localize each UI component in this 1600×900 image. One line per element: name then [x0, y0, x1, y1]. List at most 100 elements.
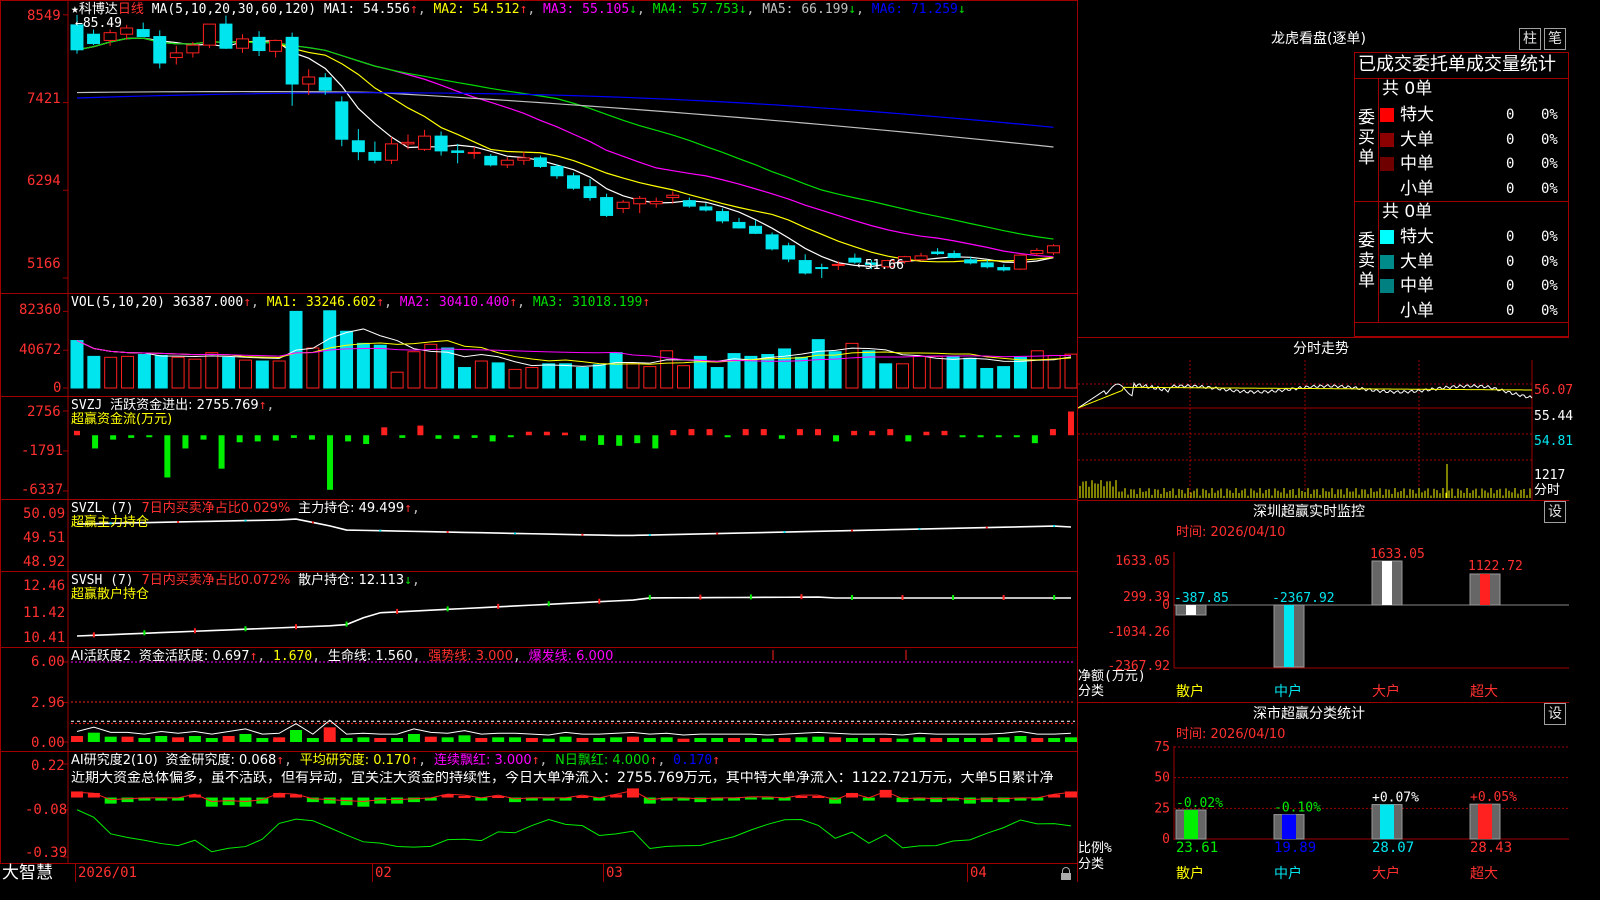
candle-body-25 [484, 155, 498, 166]
mon-cat-2: 大户 [1372, 683, 1400, 700]
svzj-panel[interactable]: SVZJ 活跃资金进出: 2755.769↑, 超赢资金流(万元) 2756 -… [0, 396, 1078, 500]
svg-ai1-bar-25 [492, 737, 505, 742]
svg-ai1-bar-37 [694, 738, 707, 742]
date-tick-2 [603, 864, 604, 882]
svg-svzj-bar-54 [1049, 429, 1056, 436]
candle-body-32 [600, 197, 614, 216]
svg-vol-bar-38 [710, 367, 724, 389]
mon-val-0: -387.85 [1174, 591, 1229, 606]
svg-vol-bar-6 [171, 356, 185, 389]
svg-vol-bar-59 [1064, 353, 1077, 389]
candle-body-7 [186, 44, 200, 54]
svzl-dot-46 [850, 529, 853, 532]
svg-svzj-bar-16 [363, 435, 370, 445]
mon-bar-hl-2 [1382, 561, 1392, 605]
ai-activity-panel[interactable]: AI活跃度2 资金活跃度: 0.697↑, 1.670, 生命线: 1.560,… [0, 647, 1078, 752]
bar-mode-button[interactable]: 柱 [1519, 28, 1541, 50]
svg-vol-bar-48 [879, 363, 893, 389]
ai2-consec: 连续飘红: 3.000 [433, 753, 532, 768]
svg-vol-bar-28 [542, 363, 556, 389]
svg-vol-bar-45 [828, 351, 842, 389]
svg-svzj-bar-19 [417, 425, 424, 436]
intraday-chart[interactable] [1078, 360, 1569, 500]
svsh-dot-43 [800, 594, 803, 600]
svsh-panel[interactable]: SVSH (7) 7日内买卖净占比0.072% 散户持仓: 12.113↓, 超… [0, 571, 1078, 648]
mon-ytick-3: -1034.26 [1107, 625, 1170, 640]
svg-ai1-bar-10 [239, 734, 252, 742]
svg-ai1-bar-44 [812, 736, 825, 742]
sell-swatch-3 [1380, 303, 1394, 318]
tick-mode-button[interactable]: 笔 [1544, 28, 1566, 50]
svg-vol-bar-44 [811, 339, 825, 389]
candle-body-52 [931, 251, 945, 255]
mon-ytick-0: 1633.05 [1115, 554, 1170, 569]
ai-research-chart[interactable] [1, 752, 1077, 863]
svg-svzj-bar-50 [977, 435, 984, 438]
buy-row-3: 小单 0 0% [1380, 177, 1568, 202]
svg-ai1-bar-13 [290, 730, 303, 742]
ai-research-header: AI研究度2(10) 资金研究度: 0.068↑, 平均研究度: 0.170↑,… [71, 753, 721, 768]
svg-ai1-bar-27 [525, 738, 538, 742]
volume-panel[interactable]: VOL(5,10,20) 36387.000↑, MA1: 33246.602↑… [0, 293, 1078, 397]
svg-svzj-bar-27 [561, 432, 568, 436]
sell-name-1: 大单 [1400, 251, 1434, 272]
kline-chart[interactable] [1, 1, 1077, 293]
cls-chg-3: +0.05% [1470, 790, 1517, 805]
ai2-e: 0.170 [673, 753, 713, 768]
svzl-panel[interactable]: SVZL (7) 7日内买卖净占比0.029% 主力持仓: 49.499↑, 超… [0, 499, 1078, 572]
svzl-ytick-0: 50.09 [23, 506, 66, 522]
star-icon[interactable]: ★ [71, 2, 79, 17]
candle-body-21 [418, 135, 432, 150]
date-tick-0 [75, 864, 76, 882]
period-label[interactable]: 日线 [118, 2, 144, 17]
cls-bar-hl-3 [1478, 804, 1492, 839]
svg-ai2-bar-16 [340, 797, 353, 806]
app-logo[interactable]: 大智慧 [2, 864, 53, 883]
svg-svzj-bar-18 [399, 435, 406, 438]
svg-svzj-bar-2 [110, 435, 117, 440]
svg-svzj-bar-24 [507, 435, 514, 438]
svzl-ytick-1: 49.51 [23, 530, 66, 546]
svg-ai2-bar-9 [222, 797, 235, 806]
svsh-dot-46 [850, 595, 853, 600]
svg-svzj-bar-37 [742, 429, 749, 436]
svg-ai1-bar-8 [205, 738, 218, 742]
sell-rows: 特大 0 0% 大单 0 0% 中单 0 0% 小单 0 0% [1380, 225, 1568, 323]
vol-ytick-1: 40672 [19, 342, 62, 358]
svg-vol-bar-47 [862, 350, 876, 389]
candle-body-41 [749, 225, 763, 234]
ai1-lifeline: 生命线: 1.560 [327, 649, 413, 664]
buy-swatch-1 [1380, 132, 1394, 147]
ma6-value: MA6: 71.259 [871, 2, 958, 17]
candle-body-36 [666, 194, 680, 199]
svg-ai1-bar-24 [475, 738, 488, 742]
svg-vol-bar-17 [356, 342, 370, 389]
sz-class-chart[interactable]: 75 50 25 0 -0.02% 23.61 散户 -0.10% 19.89 中户 +0.07% 2… [1078, 702, 1569, 882]
candle-body-4 [136, 29, 150, 38]
svzl-dot-26 [514, 532, 517, 535]
sz-monitor-chart[interactable]: 1633.05299.390-1034.26-2367.92-387.85散户-… [1078, 500, 1569, 700]
svg-ai1-bar-50 [913, 737, 926, 742]
candle-body-19 [384, 143, 398, 161]
sell-name-0: 特大 [1400, 227, 1434, 247]
svg-ai1-bar-51 [930, 738, 943, 742]
candle-body-6 [169, 52, 183, 59]
svg-ai2-bar-8 [205, 797, 218, 807]
kline-panel[interactable]: ★科博达日线 MA(5,10,20,30,60,120) MA1: 54.556… [0, 0, 1078, 294]
svg-vol-bar-26 [508, 368, 522, 389]
candle-body-33 [616, 201, 630, 209]
ai-research-panel[interactable]: AI研究度2(10) 资金研究度: 0.068↑, 平均研究度: 0.170↑,… [0, 751, 1078, 864]
svg-svzj-bar-34 [688, 429, 695, 436]
svzl-dot-54 [985, 526, 988, 529]
svg-svzj-bar-42 [833, 435, 840, 442]
svg-ai1-bar-29 [559, 736, 572, 742]
ma3-value: MA3: 55.105 [543, 2, 630, 17]
svsh-ytick-1: 11.42 [23, 605, 66, 621]
svg-vol-bar-49 [896, 363, 910, 389]
svg-svzj-bar-46 [905, 435, 912, 442]
svg-vol-bar-32 [609, 352, 623, 389]
svg-svzj-bar-55 [1068, 411, 1074, 436]
svg-ai2-bar-17 [357, 797, 370, 807]
svzl-subtitle: 超赢主力持仓 [71, 515, 150, 530]
svg-ai1-bar-16 [340, 738, 353, 742]
